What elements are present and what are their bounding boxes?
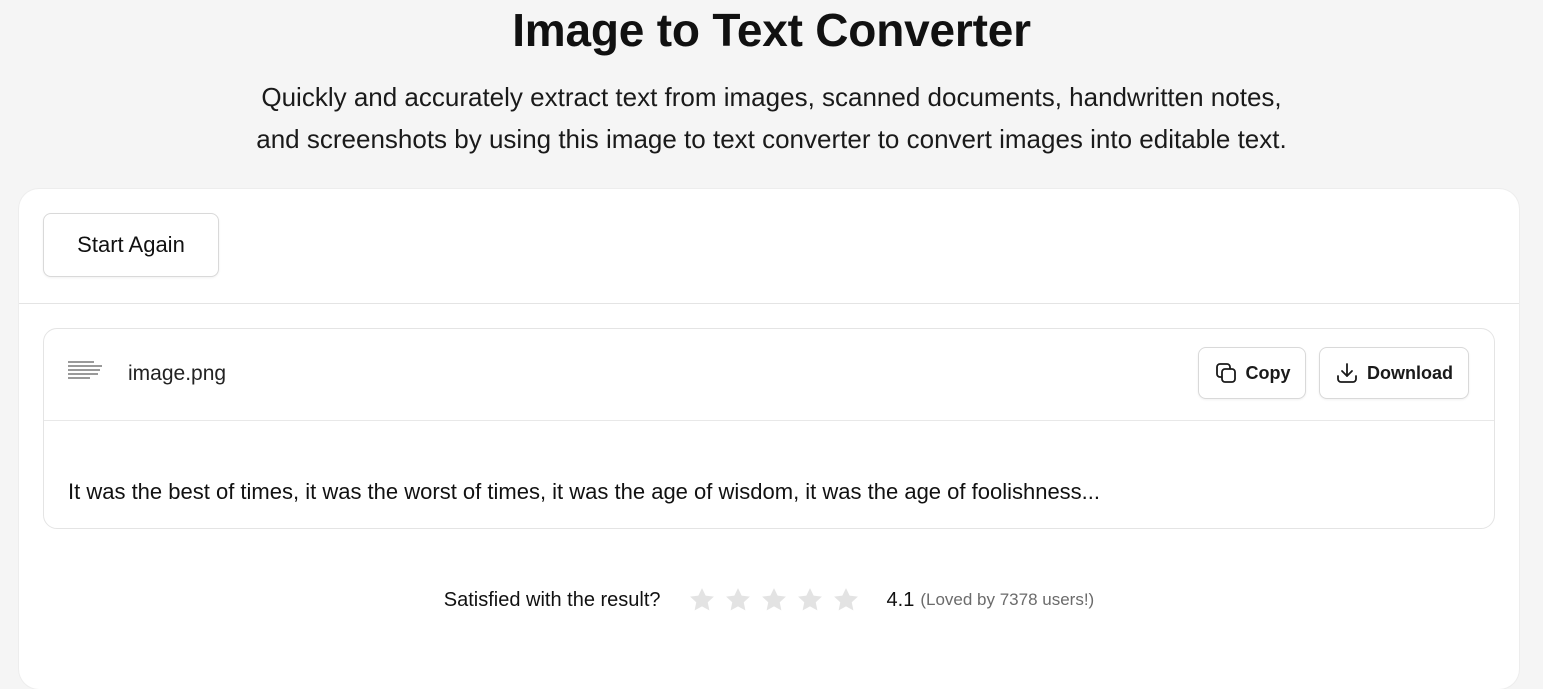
download-label: Download (1367, 362, 1453, 383)
file-name: image.png (128, 362, 227, 385)
star-icon-2[interactable] (723, 585, 753, 615)
hero-section: Image to Text Converter Quickly and accu… (0, 0, 1543, 189)
rating-question: Satisfied with the result? (443, 588, 661, 611)
result-header: image.png Copy Download (44, 329, 1494, 421)
extracted-text[interactable]: It was the best of times, it was the wor… (68, 479, 1100, 505)
copy-label: Copy (1245, 362, 1291, 383)
result-panel: image.png Copy Download It was the best … (43, 328, 1495, 529)
rating-score: 4.1 (886, 588, 915, 611)
copy-icon (1214, 361, 1238, 385)
star-rating[interactable] (687, 585, 861, 615)
page-title: Image to Text Converter (512, 4, 1031, 56)
star-icon-3[interactable] (759, 585, 789, 615)
star-icon-4[interactable] (795, 585, 825, 615)
download-icon (1335, 361, 1359, 385)
rating-bar: Satisfied with the result? 4.1 (Loved by… (19, 585, 1519, 615)
subtitle-line-2: and screenshots by using this image to t… (256, 124, 1287, 154)
star-icon-1[interactable] (687, 585, 717, 615)
divider (19, 303, 1519, 304)
copy-button[interactable]: Copy (1198, 347, 1306, 399)
download-button[interactable]: Download (1319, 347, 1469, 399)
star-icon-5[interactable] (831, 585, 861, 615)
rating-users-count: (Loved by 7378 users!) (920, 590, 1095, 609)
page-subtitle: Quickly and accurately extract text from… (0, 76, 1543, 160)
subtitle-line-1: Quickly and accurately extract text from… (261, 82, 1282, 112)
converter-card: Start Again image.png Copy Download It w… (19, 189, 1519, 689)
file-thumbnail-icon (68, 361, 102, 387)
start-again-button[interactable]: Start Again (43, 213, 219, 277)
